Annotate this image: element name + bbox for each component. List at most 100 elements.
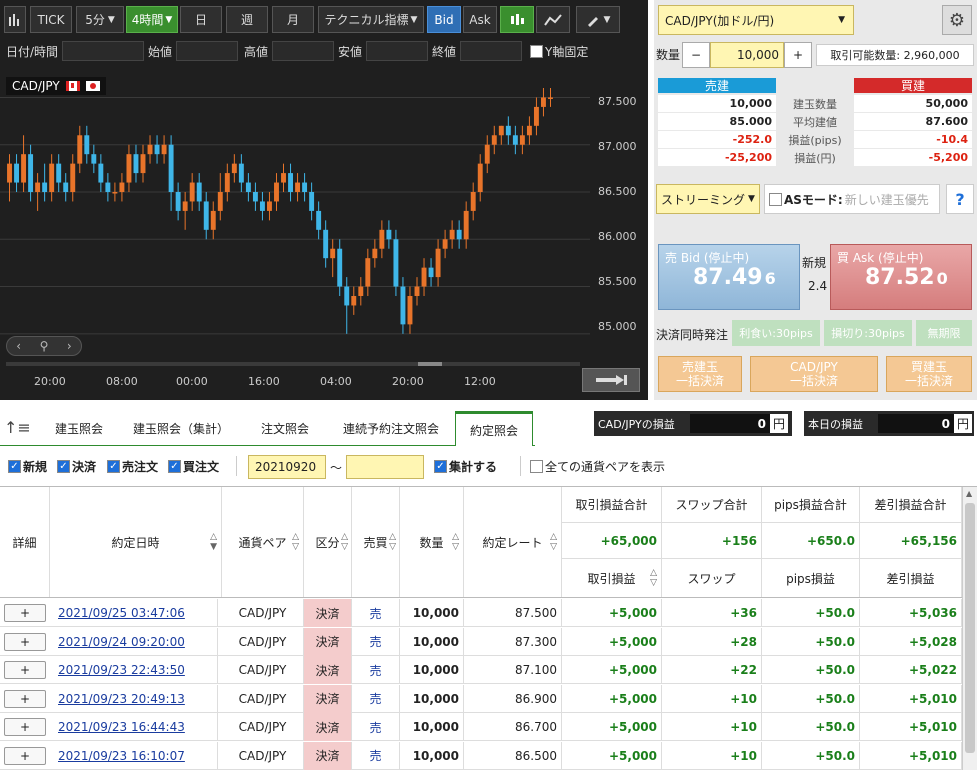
table-row: +2021/09/25 03:47:06 CAD/JPY 決済売 10,000 87.5… — [0, 599, 962, 627]
col-side[interactable]: 売買 △ ▽ — [352, 487, 400, 597]
chart-type-icon[interactable] — [4, 6, 26, 33]
ask-price-button[interactable]: 買 Ask (停止中) 87.52 0 — [830, 244, 972, 310]
date-from-input[interactable]: 20210920 — [248, 455, 326, 479]
settings-button[interactable]: ⚙ — [942, 5, 972, 35]
as-mode-checkbox[interactable] — [769, 192, 782, 206]
filter-sell-checkbox[interactable]: ✓ — [107, 460, 120, 473]
execution-date-link[interactable]: 2021/09/25 03:47:06 — [54, 599, 218, 627]
scroll-left-icon[interactable]: ‹ — [16, 339, 21, 353]
col-rate[interactable]: 約定レート △ ▽ — [464, 487, 562, 597]
col-qty[interactable]: 数量 △ ▽ — [400, 487, 464, 597]
sort-icon[interactable]: △ ▽ — [550, 532, 557, 552]
pair-select[interactable]: CAD/JPY(加ドル/円) ▼ — [658, 5, 854, 35]
date-to-input[interactable] — [346, 455, 424, 479]
qty-input[interactable]: 10,000 — [710, 42, 784, 68]
net-cell: +5,028 — [860, 627, 962, 656]
filter-buy-checkbox[interactable]: ✓ — [168, 460, 181, 473]
filter-buy-order[interactable]: ✓ 買注文 — [168, 458, 219, 475]
execution-date-link[interactable]: 2021/09/23 22:43:50 — [54, 656, 218, 684]
filter-new-checkbox[interactable]: ✓ — [8, 460, 21, 473]
scroll-up-icon[interactable]: ▲ — [966, 489, 972, 498]
jump-latest-button[interactable] — [582, 368, 640, 392]
detail-expand-button[interactable]: + — [4, 689, 46, 708]
col-type[interactable]: 区分 △ ▽ — [304, 487, 352, 597]
aggregate-checkbox[interactable]: ✓ — [434, 460, 447, 473]
yaxis-fix-toggle[interactable]: Y軸固定 — [530, 40, 588, 62]
scroll-right-icon[interactable]: › — [67, 339, 72, 353]
ask-button[interactable]: Ask — [463, 6, 497, 33]
chart-scrollbar[interactable] — [6, 362, 580, 366]
yaxis-fix-checkbox[interactable] — [530, 44, 543, 58]
execution-date-link[interactable]: 2021/09/23 16:10:07 — [54, 741, 218, 770]
tab-positions[interactable]: 建玉照会 — [36, 411, 122, 446]
bid-price-main: 87.49 — [693, 265, 763, 290]
as-mode-toggle[interactable]: ASモード: 新しい建玉優先 — [764, 184, 940, 214]
col-tpl[interactable]: 取引損益 △ ▽ — [562, 559, 662, 597]
month-button[interactable]: 月 — [272, 6, 314, 33]
candle-mode-icon[interactable] — [500, 6, 534, 33]
sell-close-all-button[interactable]: 売建玉 一括決済 — [658, 356, 742, 392]
sort-icon[interactable]: △ ▽ — [650, 568, 657, 588]
candle — [154, 135, 160, 164]
execution-date-link[interactable]: 2021/09/23 16:44:43 — [54, 713, 218, 741]
candle-body — [126, 154, 132, 183]
scrollbar-thumb[interactable] — [965, 503, 975, 753]
tab-executions[interactable]: 約定照会 — [455, 411, 533, 446]
col-pair[interactable]: 通貨ペア △ ▽ — [222, 487, 304, 597]
sort-icon[interactable]: △ ▽ — [389, 532, 396, 552]
line-mode-icon[interactable] — [536, 6, 570, 33]
ohlc-close: 終値 — [432, 40, 523, 62]
stop-loss-button[interactable]: 損切り:30pips — [824, 320, 912, 346]
table-scrollbar[interactable]: ▲ — [962, 487, 977, 770]
candle — [140, 144, 146, 183]
help-button[interactable]: ? — [946, 184, 974, 214]
streaming-select[interactable]: ストリーミング ▼ — [656, 184, 760, 214]
sort-icon[interactable]: △ ▽ — [452, 532, 459, 552]
tab-continuous-orders[interactable]: 連続予約注文照会 — [330, 411, 452, 446]
bid-button[interactable]: Bid — [427, 6, 461, 33]
swap-cell: +10 — [662, 741, 762, 770]
detail-expand-button[interactable]: + — [4, 632, 46, 651]
draw-tool-icon[interactable]: ▼ — [576, 6, 620, 33]
sort-list-icon[interactable]: ↑≡ — [4, 418, 31, 437]
candle-body — [337, 248, 343, 287]
day-button[interactable]: 日 — [180, 6, 222, 33]
detail-expand-button[interactable]: + — [4, 718, 46, 736]
technical-select[interactable]: テクニカル指標 ▼ — [318, 6, 424, 33]
tab-positions-summary[interactable]: 建玉照会（集計） — [122, 411, 240, 446]
buy-position-value: 87.600 — [854, 113, 972, 130]
aggregate-toggle[interactable]: ✓ 集計する — [434, 458, 497, 475]
qty-plus-button[interactable]: + — [784, 42, 812, 68]
sort-icon[interactable]: △ ▽ — [341, 532, 348, 552]
scrollbar-thumb[interactable] — [418, 362, 442, 366]
execution-date-link[interactable]: 2021/09/23 20:49:13 — [54, 684, 218, 713]
bid-price-button[interactable]: 売 Bid (停止中) 87.49 6 — [658, 244, 800, 310]
take-profit-button[interactable]: 利食い:30pips — [732, 320, 820, 346]
side-cell: 売 — [352, 741, 400, 770]
candle — [238, 154, 244, 192]
sort-desc-icon[interactable]: △ ▼ — [210, 532, 217, 552]
all-pairs-toggle[interactable]: 全ての通貨ペアを表示 — [530, 458, 665, 475]
pair-close-all-button[interactable]: CAD/JPY 一括決済 — [750, 356, 878, 392]
no-limit-button[interactable]: 無期限 — [916, 320, 972, 346]
tab-orders[interactable]: 注文照会 — [240, 411, 330, 446]
buy-close-all-button[interactable]: 買建玉 一括決済 — [886, 356, 972, 392]
ohlc-open: 始値 — [148, 40, 239, 62]
filter-new[interactable]: ✓ 新規 — [8, 458, 47, 475]
filter-settle-checkbox[interactable]: ✓ — [57, 460, 70, 473]
sort-icon[interactable]: △ ▽ — [292, 532, 299, 552]
filter-sell-order[interactable]: ✓ 売注文 — [107, 458, 158, 475]
execution-date-link[interactable]: 2021/09/24 09:20:00 — [54, 627, 218, 656]
period-select[interactable]: 4時間 ▼ — [126, 6, 178, 33]
filter-settle[interactable]: ✓ 決済 — [57, 458, 96, 475]
week-button[interactable]: 週 — [226, 6, 268, 33]
all-pairs-checkbox[interactable] — [530, 460, 543, 473]
zoom-icon[interactable]: ⚲ — [40, 339, 49, 353]
qty-minus-button[interactable]: − — [682, 42, 710, 68]
detail-expand-button[interactable]: + — [4, 661, 46, 679]
detail-expand-button[interactable]: + — [4, 746, 46, 765]
col-date[interactable]: 約定日時 △ ▼ — [50, 487, 222, 597]
interval-select[interactable]: 5分 ▼ — [76, 6, 124, 33]
tick-button[interactable]: TICK — [30, 6, 72, 33]
detail-expand-button[interactable]: + — [4, 604, 46, 622]
